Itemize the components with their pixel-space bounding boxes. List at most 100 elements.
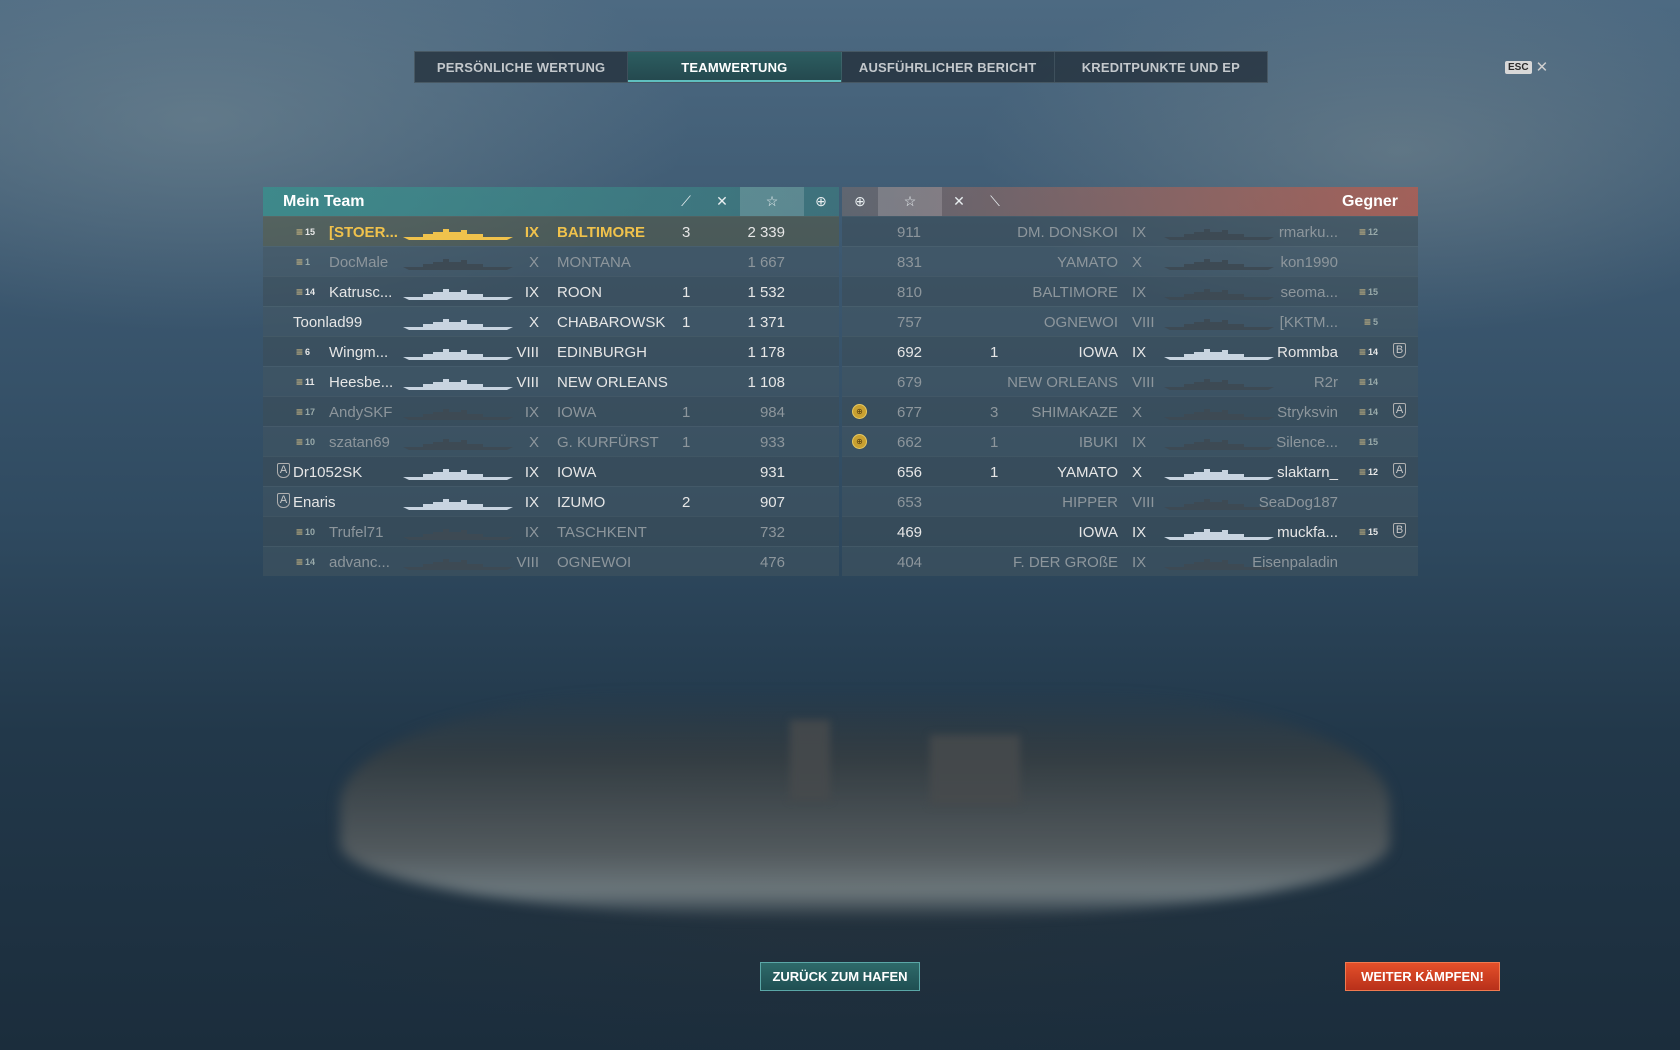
table-row[interactable]: ≡ 17 AndySKF IX IOWA 1 984 [263,396,839,426]
score-value: 810 [897,284,923,301]
rank-stripes-icon: ≡ [296,405,304,419]
base-capture-icon: ⊕ [815,193,827,209]
table-row[interactable]: 692 1 IOWA IX Rommba ≡ 14 B [842,336,1418,366]
player-name[interactable]: Heesbe... [329,374,393,391]
background-ship-bridge [930,735,1020,805]
table-row[interactable]: ≡ 15 [STOER... IX BALTIMORE 3 2 339 [263,216,839,246]
table-row[interactable]: ≡ 10 Trufel71 IX TASCHKENT 732 [263,516,839,546]
ship-tier: X [528,314,539,331]
ship-name: SHIMAKAZE [1031,404,1118,421]
player-name[interactable]: DocMale [329,254,388,271]
table-row[interactable]: ⊕ 677 3 SHIMAKAZE X Stryksvin ≡ 14 A [842,396,1418,426]
ship-silhouette-icon [403,558,513,570]
player-name[interactable]: Trufel71 [329,524,383,541]
ship-silhouette-icon [1164,228,1274,240]
base-capture-medal-icon: ⊕ [852,404,867,419]
rank-stripes-icon: ≡ [1363,315,1371,329]
table-row[interactable]: ≡ 10 szatan69 X G. KURFÜRST 1 933 [263,426,839,456]
torpedo-hit-icon: ⟋ [681,193,691,209]
player-name[interactable]: Eisenpaladin [1252,554,1338,571]
table-row[interactable]: 679 NEW ORLEANS VIII R2r ≡ 14 [842,366,1418,396]
table-row[interactable]: ≡ 14 advanc... VIII OGNEWOI 476 [263,546,839,576]
rank-number: 10 [305,527,316,537]
ship-tier: VIII [1132,494,1155,511]
rank-stripes-icon: ≡ [296,375,304,389]
rank-insignia: ≡ 15 [1359,525,1378,539]
enemy-team-title: Gegner [1341,193,1398,210]
score-value: 907 [759,494,785,511]
table-row[interactable]: ≡ 11 Heesbe... VIII NEW ORLEANS 1 108 [263,366,839,396]
player-name[interactable]: Dr1052SK [293,464,362,481]
ship-name: OGNEWOI [557,554,632,571]
table-row[interactable]: ≡ 14 Katrusc... IX ROON 1 1 532 [263,276,839,306]
player-name[interactable]: Katrusc... [329,284,392,301]
ship-tier: IX [1132,284,1147,301]
player-name[interactable]: szatan69 [329,434,390,451]
rank-insignia: ≡ 14 [1359,375,1378,389]
esc-key-label: ESC [1505,60,1532,74]
rank-insignia: ≡ 17 [296,405,315,419]
table-row[interactable]: 469 IOWA IX muckfa... ≡ 15 B [842,516,1418,546]
player-name[interactable]: Silence... [1276,434,1338,451]
table-row[interactable]: ≡ 6 Wingm... VIII EDINBURGH 1 178 [263,336,839,366]
player-name[interactable]: SeaDog187 [1259,494,1338,511]
ship-name: NEW ORLEANS [557,374,668,391]
player-name[interactable]: Enaris [293,494,336,511]
player-name[interactable]: Stryksvin [1277,404,1338,421]
division-badge-icon: A [1393,403,1406,418]
table-row[interactable]: ⊕ 662 1 IBUKI IX Silence... ≡ 15 [842,426,1418,456]
table-row[interactable]: 757 OGNEWOI VIII [KKTM... ≡ 5 [842,306,1418,336]
player-name[interactable]: rmarku... [1279,224,1338,241]
close-icon[interactable]: ✕ [1536,58,1549,76]
kills-value: 3 [990,404,999,421]
back-to-port-button[interactable]: ZURÜCK ZUM HAFEN [760,962,920,991]
rank-stripes-icon: ≡ [296,345,304,359]
ship-tier: VIII [1132,374,1155,391]
table-row[interactable]: 911 DM. DONSKOI IX rmarku... ≡ 12 [842,216,1418,246]
rank-number: 10 [305,437,316,447]
table-row[interactable]: Toonlad99 X CHABAROWSK 1 1 371 [263,306,839,336]
tab-detailed-report[interactable]: AUSFÜHRLICHER BERICHT [842,52,1055,82]
table-row[interactable]: 810 BALTIMORE IX seoma... ≡ 15 [842,276,1418,306]
background-ship-funnel [790,720,830,800]
player-name[interactable]: R2r [1314,374,1338,391]
table-row[interactable]: 656 1 YAMATO Xslaktarn_ ≡ 12 A [842,456,1418,486]
player-name[interactable]: muckfa... [1277,524,1338,541]
ship-name: MONTANA [557,254,631,271]
table-row[interactable]: 653 HIPPER VIII SeaDog187 [842,486,1418,516]
ship-tier: IX [1132,344,1147,361]
player-name[interactable]: advanc... [329,554,390,571]
table-row[interactable]: 831 YAMATO Xkon1990 [842,246,1418,276]
ship-silhouette-icon [403,528,513,540]
player-name[interactable]: Toonlad99 [293,314,362,331]
tab-personal-score[interactable]: PERSÖNLICHE WERTUNG [415,52,629,82]
player-name[interactable]: [KKTM... [1280,314,1338,331]
score-value: 1 667 [747,254,785,271]
rank-number: 14 [1367,347,1378,357]
continue-fighting-button[interactable]: WEITER KÄMPFEN! [1345,962,1500,991]
table-row[interactable]: A Enaris IX IZUMO 2 907 [263,486,839,516]
rank-insignia: ≡ 15 [296,225,315,239]
table-row[interactable]: A Dr1052SK IX IOWA 931 [263,456,839,486]
close-control[interactable]: ESC ✕ [1505,58,1548,76]
ship-silhouette-icon [403,228,513,240]
player-name[interactable]: kon1990 [1280,254,1338,271]
ship-silhouette-icon [1164,468,1274,480]
score-value: 984 [759,404,785,421]
table-row[interactable]: 404 F. DER GROßE IX Eisenpaladin [842,546,1418,576]
player-name[interactable]: seoma... [1280,284,1338,301]
player-name[interactable]: slaktarn_ [1277,464,1338,481]
ship-silhouette-icon [1164,318,1274,330]
kills-value: 1 [990,464,999,481]
player-name[interactable]: AndySKF [329,404,392,421]
table-row[interactable]: ≡ 1 DocMale X MONTANA 1 667 [263,246,839,276]
player-name[interactable]: Wingm... [329,344,388,361]
player-name[interactable]: Rommba [1277,344,1338,361]
ship-silhouette-icon [1164,528,1274,540]
tab-team-score[interactable]: TEAMWERTUNG [628,52,842,82]
tab-credits-xp[interactable]: KREDITPUNKTE UND EP [1055,52,1267,82]
player-name[interactable]: [STOER... [329,224,398,241]
rank-stripes-icon: ≡ [296,525,304,539]
rank-number: 15 [1367,437,1378,447]
score-value: 831 [897,254,923,271]
